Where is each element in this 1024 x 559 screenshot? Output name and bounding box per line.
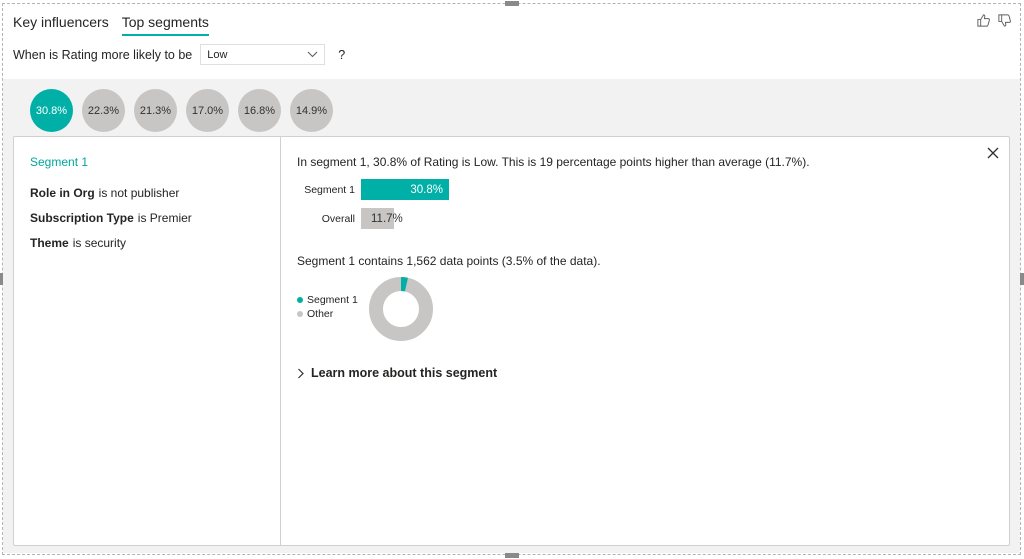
donut-other-slice (369, 277, 433, 341)
segment-bubble-1[interactable]: 30.8% (30, 89, 73, 132)
segment-bubble-5[interactable]: 16.8% (238, 89, 281, 132)
feedback-buttons (976, 13, 1012, 28)
legend-dot (297, 311, 303, 317)
bar-label: Segment 1 (304, 183, 355, 196)
condition-field: Role in Org (30, 186, 95, 200)
data-points-summary: Segment 1 contains 1,562 data points (3.… (297, 254, 601, 268)
segment-title: Segment 1 (30, 155, 89, 169)
bar-row-overall: Overall 11.7% (297, 208, 403, 229)
segment-bubble-3[interactable]: 21.3% (134, 89, 177, 132)
rating-dropdown[interactable]: Low (200, 44, 326, 65)
tab-bar: Key influencers Top segments (13, 14, 209, 36)
dropdown-value: Low (207, 48, 228, 61)
segment-bar: 30.8% (361, 179, 449, 200)
legend-item-segment: Segment 1 (297, 294, 358, 306)
donut-legend: Segment 1 Other (297, 294, 358, 322)
legend-label: Segment 1 (307, 294, 358, 306)
segment-bubble-2[interactable]: 22.3% (82, 89, 125, 132)
bar-row-segment: Segment 1 30.8% (297, 179, 449, 200)
thumbs-up-icon[interactable] (976, 13, 991, 28)
condition-row: Role in Org is not publisher (30, 186, 179, 200)
legend-item-other: Other (297, 308, 358, 320)
chevron-right-icon (298, 368, 304, 378)
condition-text: is Premier (137, 211, 192, 225)
condition-text: is security (72, 236, 127, 250)
segment-bubble-6[interactable]: 14.9% (290, 89, 333, 132)
question-prefix: When is Rating more likely to be (13, 47, 193, 62)
overall-bar: 11.7% (361, 208, 403, 229)
segment-detail-panel: Segment 1 Role in Org is not publisher Su… (13, 136, 1010, 546)
condition-field: Theme (30, 236, 69, 250)
bar-value-label: 11.7% (371, 212, 403, 225)
segment-bubbles: 30.8% 22.3% 21.3% 17.0% 16.8% 14.9% (30, 89, 333, 132)
learn-more-link[interactable]: Learn more about this segment (297, 366, 497, 380)
donut-chart (369, 277, 433, 341)
condition-field: Subscription Type (30, 211, 134, 225)
segment-conditions: Segment 1 Role in Org is not publisher Su… (14, 137, 281, 545)
question-row: When is Rating more likely to be Low ? (13, 44, 345, 65)
tab-top-segments[interactable]: Top segments (121, 14, 209, 36)
condition-row: Subscription Type is Premier (30, 211, 192, 225)
learn-more-label: Learn more about this segment (311, 366, 498, 380)
resize-handle-top[interactable] (505, 1, 519, 6)
close-icon[interactable] (985, 145, 1001, 161)
resize-handle-bottom[interactable] (505, 553, 519, 558)
bar-label: Overall (321, 212, 355, 225)
question-mark: ? (338, 47, 346, 62)
condition-text: is not publisher (98, 186, 180, 200)
tab-key-influencers[interactable]: Key influencers (13, 14, 109, 36)
chevron-down-icon (307, 51, 318, 58)
bar-value-label: 30.8% (410, 183, 443, 196)
condition-row: Theme is security (30, 236, 126, 250)
legend-label: Other (307, 308, 334, 320)
thumbs-down-icon[interactable] (997, 13, 1012, 28)
legend-dot (297, 297, 303, 303)
segment-bubble-4[interactable]: 17.0% (186, 89, 229, 132)
segment-summary: In segment 1, 30.8% of Rating is Low. Th… (297, 155, 810, 169)
